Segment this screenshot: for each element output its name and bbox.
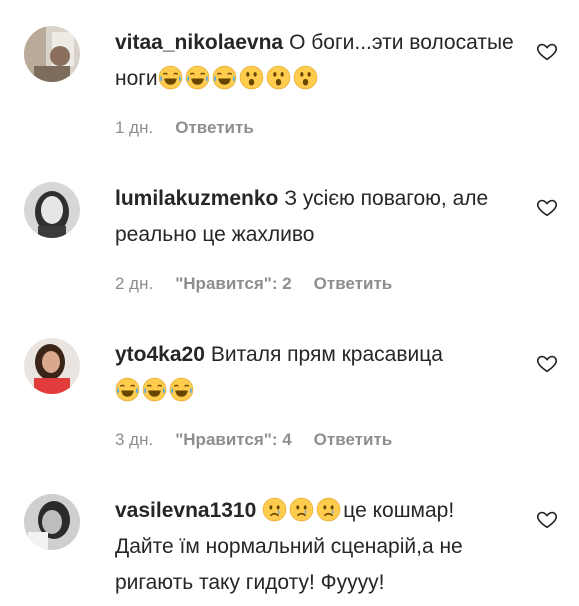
comment-meta: 3 дн. "Нравится": 4 Ответить [115,430,392,450]
comment-body: vasilevna1310 це кошмар! Дайте їм нормаль… [115,493,515,601]
emoji-row [262,497,343,522]
likes-count[interactable]: "Нравится": 2 [175,274,291,294]
astonished-emoji-icon [239,65,263,90]
tears-of-joy-emoji-icon [115,377,140,402]
comment-body: lumilakuzmenko З усією повагою, але реаль… [115,181,515,253]
heart-icon[interactable] [536,40,558,62]
reply-button[interactable]: Ответить [314,274,393,294]
timestamp: 1 дн. [115,118,154,137]
emoji-row [115,377,196,402]
heart-icon[interactable] [536,196,558,218]
tears-of-joy-emoji-icon [169,377,194,402]
username-link[interactable]: vitaa_nikolaevna [115,31,283,54]
timestamp: 3 дн. [115,430,154,449]
tears-of-joy-emoji-icon [142,377,167,402]
avatar[interactable] [24,182,80,238]
avatar[interactable] [24,338,80,394]
comment-meta: 2 дн. "Нравится": 2 Ответить [115,274,392,294]
heart-icon[interactable] [536,352,558,374]
emoji-row [158,65,320,90]
astonished-emoji-icon [266,65,290,90]
comment-body: yto4ka20 Виталя прям красавица [115,337,515,409]
avatar[interactable] [24,494,80,550]
comment-body: vitaa_nikolaevna О боги...эти волосатые н… [115,25,515,97]
reply-button[interactable]: Ответить [314,430,393,450]
tears-of-joy-emoji-icon [212,65,236,90]
tears-of-joy-emoji-icon [185,65,209,90]
username-link[interactable]: vasilevna1310 [115,499,256,522]
crying-emoji-icon [290,497,314,522]
likes-count[interactable]: "Нравится": 4 [175,430,291,450]
crying-emoji-icon [263,497,287,522]
username-link[interactable]: lumilakuzmenko [115,187,278,210]
reply-button[interactable]: Ответить [175,118,254,138]
timestamp: 2 дн. [115,274,154,293]
tears-of-joy-emoji-icon [158,65,182,90]
username-link[interactable]: yto4ka20 [115,343,205,366]
avatar[interactable] [24,26,80,82]
comment-meta: 1 дн. Ответить [115,118,254,138]
comment-text: Виталя прям красавица [210,343,443,366]
crying-emoji-icon [317,497,341,522]
astonished-emoji-icon [293,65,317,90]
heart-icon[interactable] [536,508,558,530]
